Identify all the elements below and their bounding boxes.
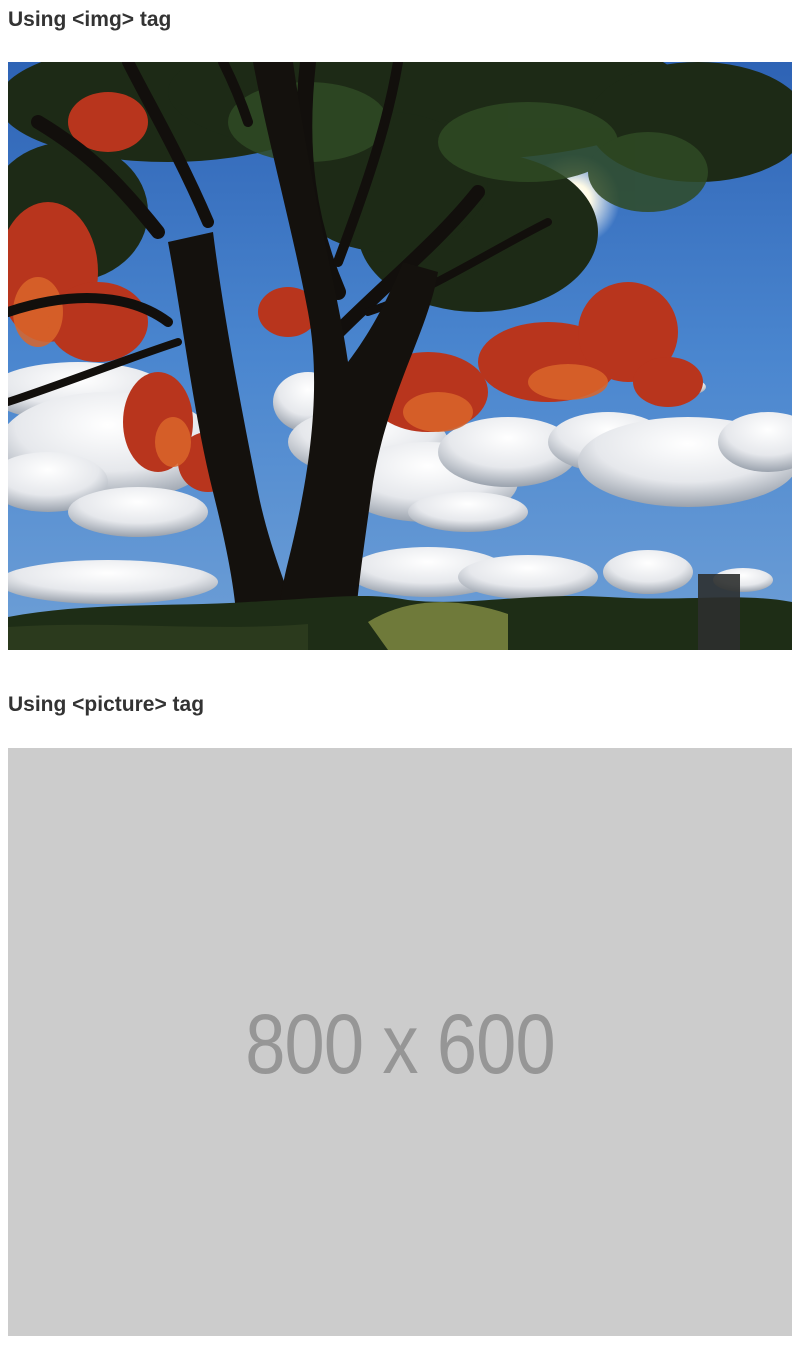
placeholder-dimensions-label: 800 x 600	[245, 997, 555, 1091]
tree-landscape-photo	[8, 62, 792, 650]
section-heading-picture: Using <picture> tag	[8, 693, 205, 716]
section-heading-img: Using <img> tag	[8, 8, 172, 31]
placeholder-image: 800 x 600	[8, 748, 792, 1336]
